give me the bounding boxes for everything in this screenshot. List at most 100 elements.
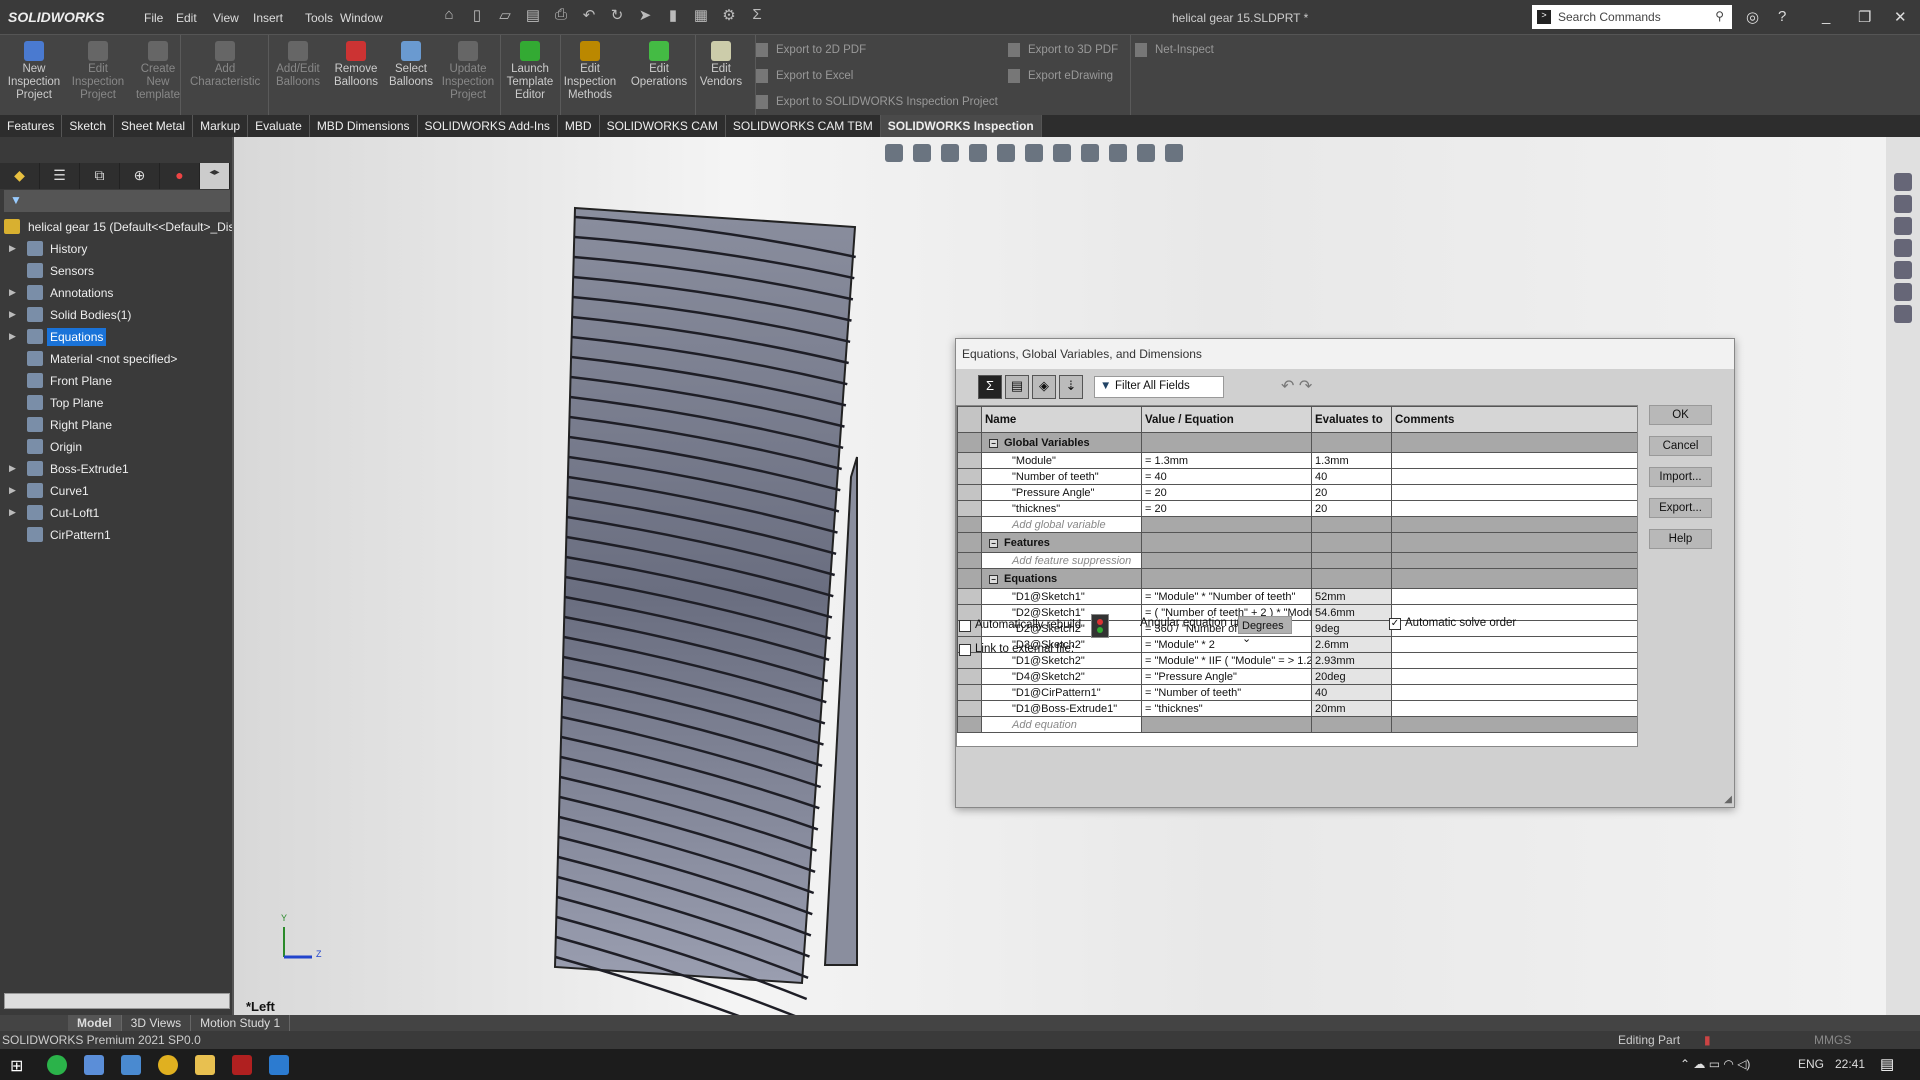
row-header[interactable]: [957, 452, 982, 469]
tree-item-front-plane[interactable]: Front Plane: [0, 370, 232, 392]
bottom-tab-model[interactable]: Model: [68, 1015, 122, 1031]
search-commands-input[interactable]: > Search Commands ⚲: [1532, 5, 1732, 29]
row-header[interactable]: [957, 532, 982, 553]
ok-button[interactable]: OK: [1649, 405, 1712, 425]
column-header-name[interactable]: Name: [981, 406, 1142, 433]
name-cell[interactable]: "Number of teeth": [981, 468, 1142, 485]
ribbon-link-export-to-3d-pdf[interactable]: Export to 3D PDF: [1008, 43, 1118, 57]
print-icon[interactable]: ⎙: [552, 6, 570, 26]
row-header[interactable]: [957, 516, 982, 533]
save-icon[interactable]: ▤: [524, 6, 542, 26]
row-header[interactable]: [957, 552, 982, 569]
view-settings-icon[interactable]: [1165, 144, 1183, 162]
traffic-light-icon[interactable]: ▮: [664, 6, 682, 26]
tab-solidworks-cam[interactable]: SOLIDWORKS CAM: [599, 115, 726, 137]
search-icon[interactable]: ⚲: [1715, 9, 1724, 23]
expand-arrow-icon[interactable]: ▶: [9, 463, 16, 474]
display-style-icon[interactable]: [1053, 144, 1071, 162]
row-header[interactable]: [957, 484, 982, 501]
comment-cell[interactable]: [1391, 484, 1637, 501]
import-button[interactable]: Import...: [1649, 467, 1712, 487]
column-header-comments[interactable]: Comments: [1391, 406, 1637, 433]
value-cell[interactable]: = 40: [1141, 468, 1312, 485]
expand-arrow-icon[interactable]: ▶: [9, 287, 16, 298]
tree-horizontal-scrollbar[interactable]: [4, 993, 230, 1009]
tree-filter[interactable]: ▼: [4, 190, 230, 212]
ribbon-link-net-inspect[interactable]: Net-Inspect: [1135, 43, 1214, 57]
tab-mbd-dimensions[interactable]: MBD Dimensions: [309, 115, 418, 137]
comment-cell[interactable]: [1391, 500, 1637, 517]
hide-show-icon[interactable]: [1081, 144, 1099, 162]
dimxpert-tab-icon[interactable]: ⊕: [120, 163, 160, 189]
ribbon-button-edit-inspection-methods[interactable]: Edit Inspection Methods: [560, 41, 620, 102]
value-cell[interactable]: = "Number of teeth": [1141, 684, 1312, 701]
scroll-tabs-icon[interactable]: ◂▸: [200, 163, 230, 189]
menu-window[interactable]: Window: [340, 11, 383, 25]
home-icon[interactable]: ⌂: [440, 6, 458, 26]
appearances-icon[interactable]: [1894, 261, 1912, 279]
ribbon-link-export-to-2d-pdf[interactable]: Export to 2D PDF: [756, 43, 866, 57]
tab-markup[interactable]: Markup: [193, 115, 249, 137]
tree-item-right-plane[interactable]: Right Plane: [0, 414, 232, 436]
file-explorer-icon[interactable]: [1894, 217, 1912, 235]
add-equations-cell[interactable]: Add equation: [981, 716, 1142, 733]
undo-icon[interactable]: ↶: [580, 6, 598, 26]
apply-scene-icon[interactable]: [1137, 144, 1155, 162]
minimize-button[interactable]: _: [1822, 8, 1830, 25]
tab-solidworks-cam-tbm[interactable]: SOLIDWORKS CAM TBM: [725, 115, 881, 137]
help-button[interactable]: Help: [1649, 529, 1712, 549]
filter-all-fields-input[interactable]: ▼ Filter All Fields: [1094, 376, 1224, 398]
previous-view-icon[interactable]: [941, 144, 959, 162]
value-cell[interactable]: = "Pressure Angle": [1141, 668, 1312, 685]
collapse-icon[interactable]: −: [989, 574, 998, 584]
new-icon[interactable]: ▯: [468, 6, 486, 26]
comment-cell[interactable]: [1391, 700, 1637, 717]
expand-arrow-icon[interactable]: ▶: [9, 309, 16, 320]
equation-row[interactable]: "thicknes" = 20 20: [957, 500, 1637, 517]
group-row-features[interactable]: − Features: [957, 532, 1637, 553]
rebuild-status-icon[interactable]: ▮: [1704, 1033, 1711, 1047]
rebuild-icon[interactable]: ↻: [608, 6, 626, 26]
solidworks-resources-icon[interactable]: [1894, 173, 1912, 191]
collapse-icon[interactable]: −: [989, 538, 998, 548]
whatsapp-icon[interactable]: [47, 1055, 67, 1075]
photos-icon[interactable]: [269, 1055, 289, 1075]
clock[interactable]: 22:41: [1835, 1057, 1865, 1071]
ribbon-link-export-to-solidworks-inspection-project[interactable]: Export to SOLIDWORKS Inspection Project: [756, 95, 998, 109]
row-header[interactable]: [957, 568, 982, 589]
tab-solidworks-inspection[interactable]: SOLIDWORKS Inspection: [880, 115, 1042, 137]
feature-manager-tab-icon[interactable]: ◆: [0, 163, 40, 189]
menu-tools[interactable]: Tools: [305, 11, 333, 25]
comment-cell[interactable]: [1391, 652, 1637, 669]
menu-insert[interactable]: Insert: [253, 11, 283, 25]
name-cell[interactable]: "D1@Sketch1": [981, 588, 1142, 605]
tab-sketch[interactable]: Sketch: [62, 115, 115, 137]
resize-grip-icon[interactable]: ◢: [1724, 794, 1732, 805]
section-view-icon[interactable]: [969, 144, 987, 162]
tree-item-history[interactable]: ▶ History: [0, 238, 232, 260]
ribbon-button-create-new-template[interactable]: Create New template: [130, 41, 186, 102]
tree-item-material-not-specified[interactable]: Material <not specified>: [0, 348, 232, 370]
row-header[interactable]: [957, 668, 982, 685]
comment-cell[interactable]: [1391, 684, 1637, 701]
ribbon-button-edit-vendors[interactable]: Edit Vendors: [692, 41, 750, 89]
expand-arrow-icon[interactable]: ▶: [9, 507, 16, 518]
row-header[interactable]: [957, 684, 982, 701]
ribbon-button-select-balloons[interactable]: Select Balloons: [383, 41, 439, 89]
design-library-icon[interactable]: [1894, 195, 1912, 213]
view-orientation-icon[interactable]: [1025, 144, 1043, 162]
tree-item-equations[interactable]: ▶ Equations: [0, 326, 232, 348]
language-indicator[interactable]: ENG: [1798, 1057, 1824, 1071]
equation-row[interactable]: "Pressure Angle" = 20 20: [957, 484, 1637, 501]
column-header-evaluates-to[interactable]: Evaluates to: [1311, 406, 1392, 433]
zoom-to-area-icon[interactable]: [913, 144, 931, 162]
undo-icon[interactable]: ↶: [1281, 378, 1294, 395]
redo-icon[interactable]: ↷: [1299, 378, 1312, 395]
tree-item-cut-loft1[interactable]: ▶ Cut-Loft1: [0, 502, 232, 524]
zoom-to-fit-icon[interactable]: [885, 144, 903, 162]
auto-solve-order-checkbox[interactable]: ✓: [1389, 618, 1401, 630]
tree-item-boss-extrude1[interactable]: ▶ Boss-Extrude1: [0, 458, 232, 480]
comment-cell[interactable]: [1391, 468, 1637, 485]
expand-arrow-icon[interactable]: ▶: [9, 331, 16, 342]
add-row[interactable]: Add global variable: [957, 516, 1637, 533]
